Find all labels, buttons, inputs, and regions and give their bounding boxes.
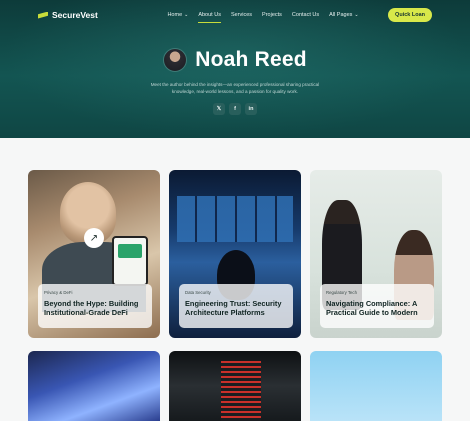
nav-projects-label: Projects [262, 12, 282, 18]
post-card[interactable] [169, 351, 301, 421]
quick-loan-button[interactable]: Quick Loan [388, 8, 432, 22]
top-nav: SecureVest Home ⌄ About Us Services Proje… [0, 0, 470, 30]
post-title[interactable]: Beyond the Hype: Building Institutional-… [44, 299, 146, 317]
post-caption: Regulatory Tech Navigating Compliance: A… [320, 284, 434, 328]
post-caption: Data Security Engineering Trust: Securit… [179, 284, 293, 328]
author-header: Noah Reed [0, 48, 470, 72]
post-category: Data Security [185, 290, 211, 295]
post-category: Regulatory Tech [326, 290, 357, 295]
author-bio: Meet the author behind the insights—an e… [150, 82, 320, 94]
nav-all-pages[interactable]: All Pages ⌄ [324, 9, 363, 21]
nav-home-label: Home [167, 12, 183, 18]
monitors-image [177, 196, 293, 242]
brand-logo[interactable]: SecureVest [38, 10, 138, 20]
brand-name: SecureVest [52, 10, 98, 20]
post-title[interactable]: Navigating Compliance: A Practical Guide… [326, 299, 428, 317]
nav-contact[interactable]: Contact Us [287, 9, 324, 21]
nav-projects[interactable]: Projects [257, 9, 287, 21]
logo-icon [38, 11, 48, 19]
main-menu: Home ⌄ About Us Services Projects Contact… [138, 9, 388, 23]
chevron-down-icon: ⌄ [354, 12, 359, 18]
nav-services-label: Services [230, 12, 253, 18]
post-card[interactable]: ↗ Privacy & DeFi Beyond the Hype: Buildi… [28, 170, 160, 338]
nav-about[interactable]: About Us [193, 9, 226, 23]
post-card[interactable] [310, 351, 442, 421]
post-card[interactable] [28, 351, 160, 421]
post-title[interactable]: Engineering Trust: Security Architecture… [185, 299, 287, 317]
post-card[interactable]: Regulatory Tech Navigating Compliance: A… [310, 170, 442, 338]
arrow-up-right-icon[interactable]: ↗ [84, 228, 104, 248]
post-category: Privacy & DeFi [44, 290, 73, 295]
social-links: 𝕏 f in [0, 103, 470, 115]
nav-home[interactable]: Home ⌄ [162, 9, 193, 21]
post-caption: Privacy & DeFi Beyond the Hype: Building… [38, 284, 152, 328]
post-card[interactable]: Data Security Engineering Trust: Securit… [169, 170, 301, 338]
nav-all-pages-label: All Pages [329, 12, 353, 18]
cables-image [221, 361, 261, 421]
author-hero: SecureVest Home ⌄ About Us Services Proje… [0, 0, 470, 138]
author-name: Noah Reed [195, 48, 307, 71]
chevron-down-icon: ⌄ [184, 12, 189, 18]
phone-image [112, 236, 148, 286]
linkedin-icon[interactable]: in [245, 103, 257, 115]
nav-contact-label: Contact Us [291, 12, 320, 18]
facebook-icon[interactable]: f [229, 103, 241, 115]
x-icon[interactable]: 𝕏 [213, 103, 225, 115]
nav-services[interactable]: Services [226, 9, 257, 21]
nav-about-label: About Us [198, 12, 221, 18]
avatar [163, 48, 188, 72]
